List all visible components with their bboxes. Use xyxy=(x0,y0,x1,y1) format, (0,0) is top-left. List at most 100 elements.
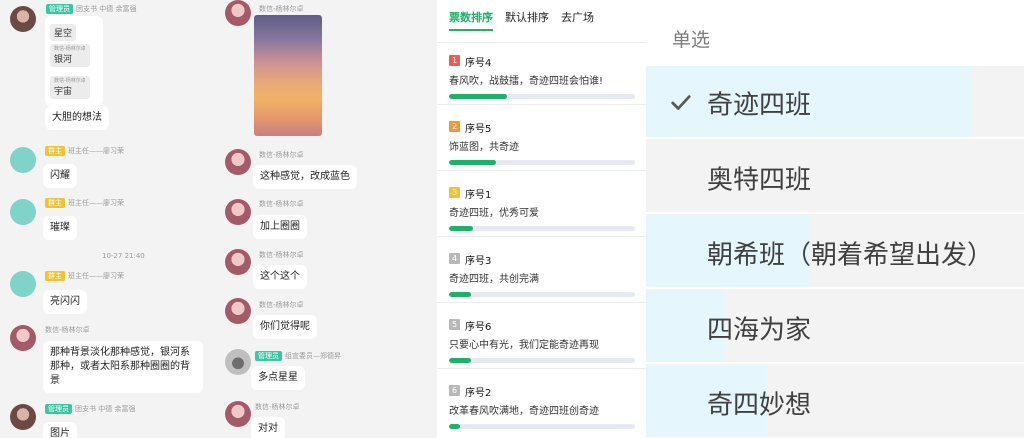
divider xyxy=(437,170,646,171)
vote-item[interactable]: 5 序号6 只要心中有光，我们定能奇迹再现 xyxy=(437,302,646,374)
quote-text: 星空 xyxy=(54,29,73,39)
entry-title: 序号3 xyxy=(465,256,492,267)
sender-meta: 群主 班主任——廖习荣 xyxy=(45,198,124,208)
avatar[interactable] xyxy=(225,249,251,275)
forwarded-quote-box[interactable]: 星空 数信-杨林尔卓 银河 数信-杨林尔卓 宇宙 xyxy=(45,16,103,106)
quote-item: 星空 xyxy=(50,24,77,41)
admin-badge: 管理员 xyxy=(45,404,72,414)
sender-meta: 数信-杨林尔卓 xyxy=(259,150,304,160)
avatar[interactable] xyxy=(10,404,36,430)
message-bubble[interactable]: 这个这个 xyxy=(253,265,307,289)
owner-badge: 群主 xyxy=(45,198,65,208)
message-bubble[interactable]: 那种背景淡化那种感觉，银河系那种，或者太阳系那种圈圈的背景 xyxy=(43,341,203,393)
entry-desc: 奇迹四班，优秀可爱 xyxy=(449,208,539,219)
sender-name: 数信-杨林尔卓 xyxy=(255,403,300,411)
entry-desc: 奇迹四班，共创完满 xyxy=(449,274,539,285)
avatar[interactable] xyxy=(225,0,251,26)
sender-meta: 数信-杨林尔卓 xyxy=(259,250,304,260)
message-bubble[interactable]: 你们觉得呢 xyxy=(253,315,317,339)
message-bubble[interactable]: 大胆的想法 xyxy=(45,106,109,130)
avatar[interactable] xyxy=(225,349,251,375)
message-bubble[interactable]: 加上圈圈 xyxy=(253,215,307,239)
message-bubble[interactable]: 图片 xyxy=(43,422,77,438)
avatar[interactable] xyxy=(10,325,36,351)
message-bubble[interactable]: 亮闪闪 xyxy=(43,290,87,314)
divider xyxy=(646,287,1024,289)
choice-header: 单选 xyxy=(646,0,1024,66)
rank-badge: 1 xyxy=(449,55,460,66)
option-label: 四海为家 xyxy=(707,315,812,345)
vote-item[interactable]: 3 序号1 奇迹四班，优秀可爱 xyxy=(437,170,646,242)
vote-item[interactable]: 4 序号3 奇迹四班，共创完满 xyxy=(437,236,646,308)
message-bubble[interactable]: 闪耀 xyxy=(43,164,77,188)
tab-go-plaza[interactable]: 去广场 xyxy=(561,9,594,31)
choice-option[interactable]: 奥特四班 xyxy=(646,141,1024,214)
avatar[interactable] xyxy=(10,147,36,173)
divider xyxy=(437,236,646,237)
single-choice-panel: 单选 奇迹四班奥特四班朝希班（朝着希望出发） 四海为家奇四妙想 xyxy=(646,0,1024,438)
vote-progress-fill xyxy=(449,424,461,429)
owner-badge: 群主 xyxy=(45,146,65,156)
divider xyxy=(437,302,646,303)
sender-name: 数信-杨林尔卓 xyxy=(259,200,304,208)
sender-name: 团支书 中德 余富强 xyxy=(75,405,136,413)
vote-progress-fill xyxy=(449,160,496,165)
message-bubble[interactable]: 璀璨 xyxy=(43,216,77,240)
option-label: 奥特四班 xyxy=(707,165,812,195)
entry-desc: 只要心中有光，我们定能奇迹再现 xyxy=(449,340,599,351)
quote-text: 宇宙 xyxy=(54,87,73,97)
vote-progress-fill xyxy=(449,358,472,363)
vote-item[interactable]: 2 序号5 饰蓝图，共奇迹 xyxy=(437,104,646,176)
vote-progress-bar xyxy=(449,358,635,363)
avatar[interactable] xyxy=(10,6,36,32)
chat-panel-left: 管理员 团支书 中德 余富强 星空 数信-杨林尔卓 银河 数信-杨林尔卓 宇宙 大胆… xyxy=(0,0,215,438)
avatar[interactable] xyxy=(10,271,36,297)
sender-name: 团支书 中德 余富强 xyxy=(76,5,137,13)
shared-image[interactable] xyxy=(254,15,322,136)
option-label: 奇迹四班 xyxy=(707,90,812,120)
choice-option[interactable]: 四海为家 xyxy=(646,291,1024,364)
choice-title: 单选 xyxy=(672,29,711,51)
rank-badge: 2 xyxy=(449,121,460,132)
vote-item[interactable]: 6 序号2 改革春风吹满地，奇迹四班创奇迹 xyxy=(437,368,646,438)
tab-sort-by-votes[interactable]: 票数排序 xyxy=(449,9,493,31)
choice-option[interactable]: 奇迹四班 xyxy=(646,66,1024,139)
divider xyxy=(437,368,646,369)
sender-name: 组宣委员—郑德昇 xyxy=(285,352,341,360)
vote-progress-fill xyxy=(449,226,474,231)
avatar[interactable] xyxy=(10,199,36,225)
vote-progress-bar xyxy=(449,424,635,429)
vote-item[interactable]: 1 序号4 春风吹，战鼓擂，奇迹四班会怕谁! xyxy=(437,42,646,110)
entry-title: 序号2 xyxy=(465,388,492,399)
sender-name: 班主任——廖习荣 xyxy=(68,272,124,280)
sender-name: 数信-杨林尔卓 xyxy=(259,301,304,309)
screen: 管理员 团支书 中德 余富强 星空 数信-杨林尔卓 银河 数信-杨林尔卓 宇宙 大胆… xyxy=(0,0,1024,438)
quote-meta: 数信-杨林尔卓 xyxy=(54,46,86,52)
owner-badge: 群主 xyxy=(45,271,65,281)
avatar[interactable] xyxy=(225,298,251,324)
message-bubble[interactable]: 多点星星 xyxy=(251,366,305,390)
vote-ranking-panel: 票数排序 默认排序 去广场 1 序号4 春风吹，战鼓擂，奇迹四班会怕谁! 2 序号5 饰蓝… xyxy=(437,0,646,438)
entry-title: 序号5 xyxy=(465,124,492,135)
avatar[interactable] xyxy=(225,149,251,175)
avatar[interactable] xyxy=(225,401,251,427)
choice-option[interactable]: 奇四妙想 xyxy=(646,366,1024,438)
avatar[interactable] xyxy=(225,199,251,225)
vote-progress-bar xyxy=(449,94,635,99)
vote-progress-fill xyxy=(449,94,507,99)
quote-text: 银河 xyxy=(54,55,73,65)
choice-option[interactable]: 朝希班（朝着希望出发） xyxy=(646,216,1024,289)
rank-badge: 4 xyxy=(449,253,460,264)
sender-meta: 管理员 团支书 中德 余富强 xyxy=(46,4,136,14)
sender-meta: 数信-杨林尔卓 xyxy=(255,402,300,412)
entry-title: 序号6 xyxy=(465,322,492,333)
sender-name: 数信-杨林尔卓 xyxy=(45,326,90,334)
message-bubble[interactable]: 这种感觉，改成蓝色 xyxy=(253,165,357,189)
vote-progress-fill xyxy=(449,292,472,297)
entry-desc: 饰蓝图，共奇迹 xyxy=(449,142,519,153)
admin-badge: 管理员 xyxy=(255,351,282,361)
message-bubble[interactable]: 对对 xyxy=(251,417,285,438)
divider xyxy=(437,42,646,43)
sender-meta: 数信-杨林尔卓 xyxy=(45,325,90,335)
tab-default-sort[interactable]: 默认排序 xyxy=(505,9,549,31)
